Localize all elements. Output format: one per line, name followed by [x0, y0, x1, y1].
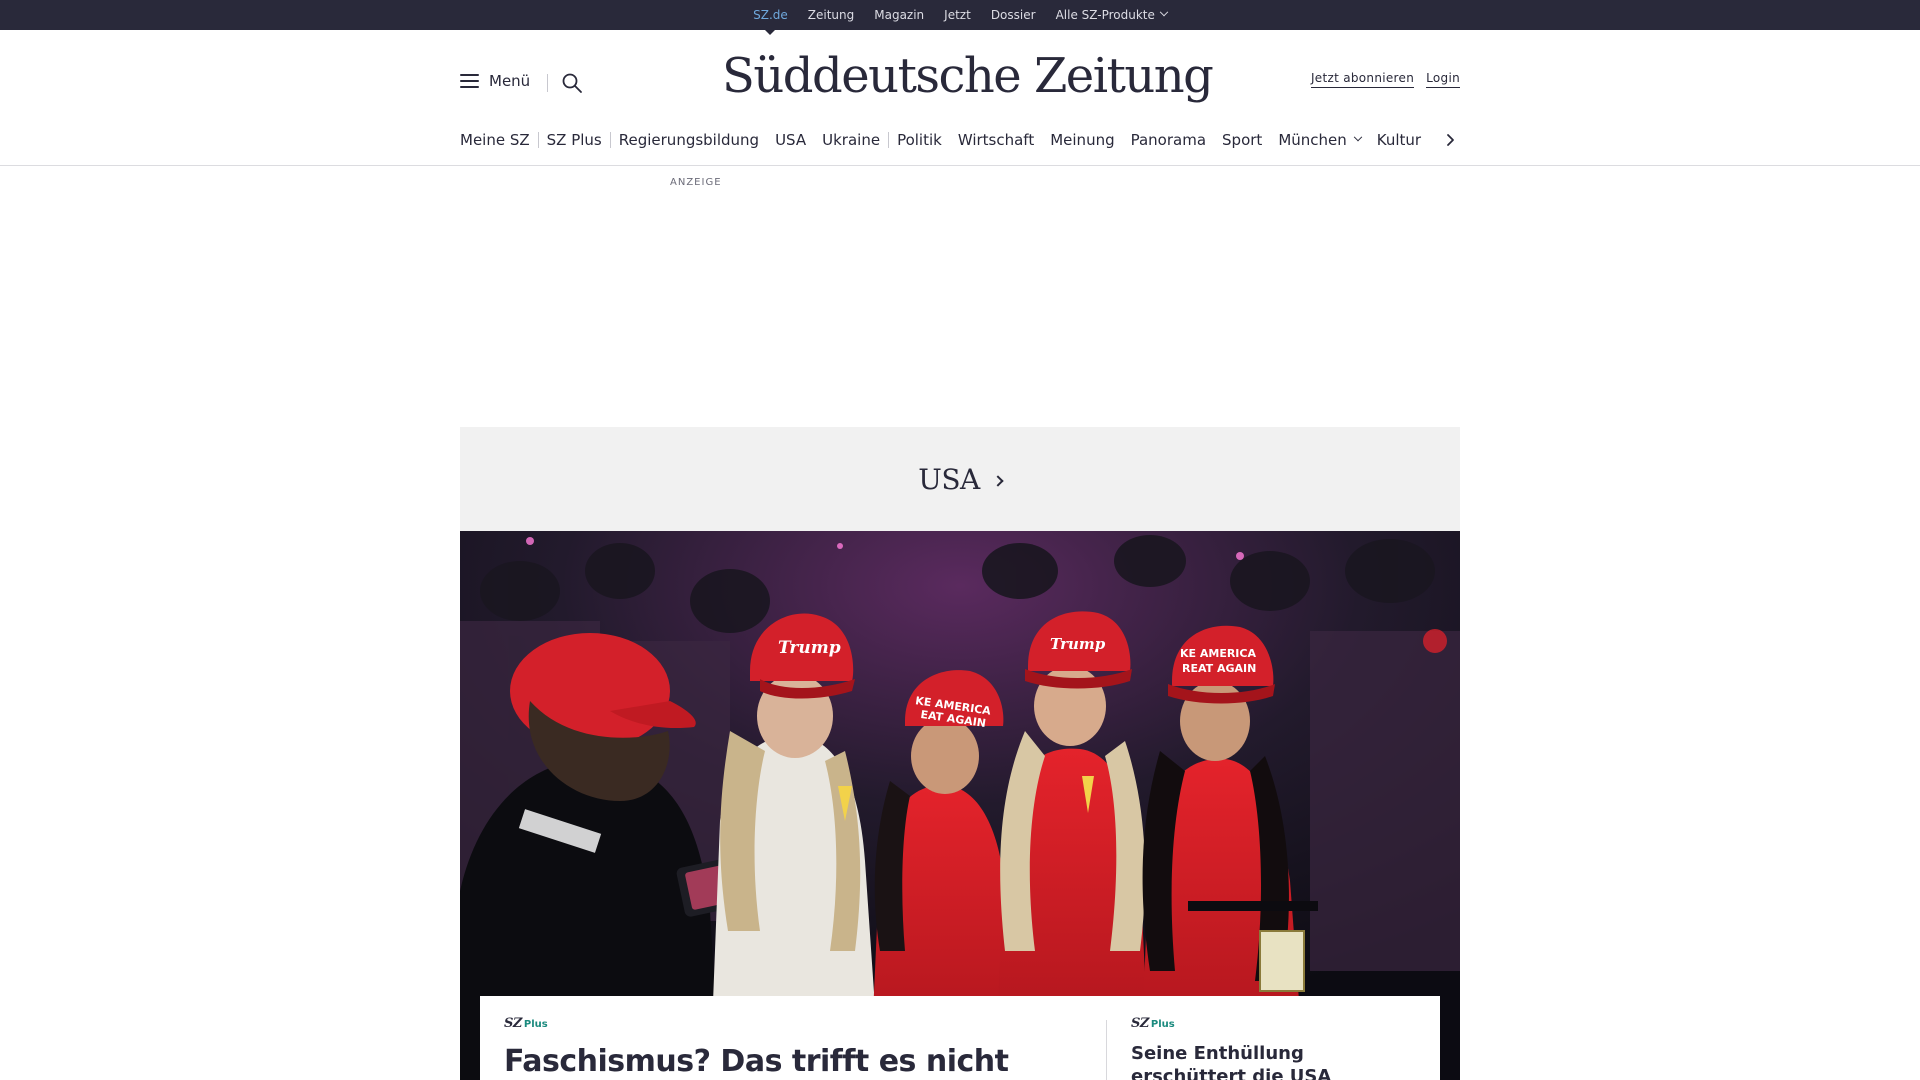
nav-divider	[537, 132, 539, 148]
product-bar: SZ.de Zeitung Magazin Jetzt Dossier Alle…	[0, 0, 1920, 35]
product-link-label: Magazin	[874, 8, 925, 22]
menu-button[interactable]: Menü	[460, 72, 530, 90]
subscribe-link[interactable]: Jetzt abonnieren	[1310, 71, 1415, 88]
nav-divider	[609, 132, 611, 148]
nav-divider-line	[0, 165, 1920, 166]
search-icon	[562, 73, 582, 93]
nav-item-muenchen[interactable]: München	[1278, 131, 1363, 149]
nav-item-wirtschaft[interactable]: Wirtschaft	[958, 131, 1034, 149]
product-link-label: Zeitung	[807, 8, 855, 22]
product-link-label: Dossier	[990, 8, 1036, 22]
nav-item-meine-sz[interactable]: Meine SZ	[460, 131, 530, 149]
teaser-card: SZ Plus Faschismus? Das trifft es nicht …	[480, 996, 1440, 1080]
ressort-nav: Meine SZ SZ Plus Regierungsbildung USA U…	[460, 126, 1460, 154]
nav-item-label: München	[1278, 131, 1347, 149]
nav-item-kultur[interactable]: Kultur	[1377, 131, 1421, 149]
nav-item-regierungsbildung[interactable]: Regierungsbildung	[619, 131, 759, 149]
chevron-right-icon	[1447, 134, 1454, 146]
nav-item-sz-plus[interactable]: SZ Plus	[547, 131, 602, 149]
svg-text:REAT AGAIN: REAT AGAIN	[1182, 662, 1256, 675]
nav-item-politik[interactable]: Politik	[897, 131, 942, 149]
product-link-dossier[interactable]: Dossier	[981, 0, 1046, 30]
teaser-main-headline[interactable]: Faschismus? Das trifft es nicht	[504, 1044, 1009, 1079]
product-link-jetzt[interactable]: Jetzt	[934, 0, 981, 30]
sz-plus-logo-sz: SZ	[504, 1016, 522, 1031]
nav-scroll-right-button[interactable]	[1442, 130, 1460, 150]
sz-plus-badge: SZ Plus	[504, 1016, 548, 1031]
chevron-right-icon	[992, 475, 1004, 487]
divider	[1106, 1020, 1107, 1080]
nav-item-sport[interactable]: Sport	[1222, 131, 1262, 149]
product-link-magazin[interactable]: Magazin	[864, 0, 934, 30]
nav-item-usa[interactable]: USA	[775, 131, 806, 149]
account-links: Jetzt abonnieren Login	[1310, 71, 1460, 88]
chevron-down-icon	[1159, 7, 1169, 17]
svg-text:KE AMERICA: KE AMERICA	[1180, 647, 1256, 660]
hamburger-icon	[460, 74, 479, 88]
login-link[interactable]: Login	[1426, 71, 1460, 88]
search-button[interactable]	[561, 72, 583, 94]
product-link-label: Jetzt	[944, 8, 971, 22]
product-dropdown-all-products[interactable]: Alle SZ-Produkte	[1046, 0, 1177, 30]
svg-text:Trump: Trump	[778, 638, 841, 658]
divider	[547, 74, 548, 92]
teaser-side-headline[interactable]: Seine Enthüllung erschüttert die USA	[1131, 1042, 1421, 1080]
masthead: Menü Süddeutsche Zeitung Jetzt abonniere…	[460, 30, 1460, 136]
svg-text:Trump: Trump	[1050, 635, 1106, 653]
sz-plus-badge: SZ Plus	[1131, 1016, 1175, 1031]
product-link-label: Alle SZ-Produkte	[1055, 8, 1155, 22]
product-link-sz-de[interactable]: SZ.de	[743, 0, 798, 35]
nav-item-meinung[interactable]: Meinung	[1050, 131, 1114, 149]
logo[interactable]: Süddeutsche Zeitung	[722, 48, 1214, 104]
menu-label: Menü	[489, 72, 531, 90]
nav-item-ukraine[interactable]: Ukraine	[822, 131, 880, 149]
sz-plus-logo-sz: SZ	[1131, 1016, 1149, 1031]
product-link-label: SZ.de	[753, 8, 788, 22]
nav-item-panorama[interactable]: Panorama	[1131, 131, 1206, 149]
chevron-down-icon	[1353, 132, 1363, 142]
section-title: USA	[918, 462, 980, 496]
sz-plus-logo-plus: Plus	[1150, 1019, 1175, 1030]
section-header-usa[interactable]: USA	[460, 427, 1460, 531]
sz-plus-logo-plus: Plus	[523, 1019, 548, 1030]
nav-divider	[888, 132, 890, 148]
ad-label: ANZEIGE	[670, 177, 722, 188]
product-link-zeitung[interactable]: Zeitung	[798, 0, 864, 30]
